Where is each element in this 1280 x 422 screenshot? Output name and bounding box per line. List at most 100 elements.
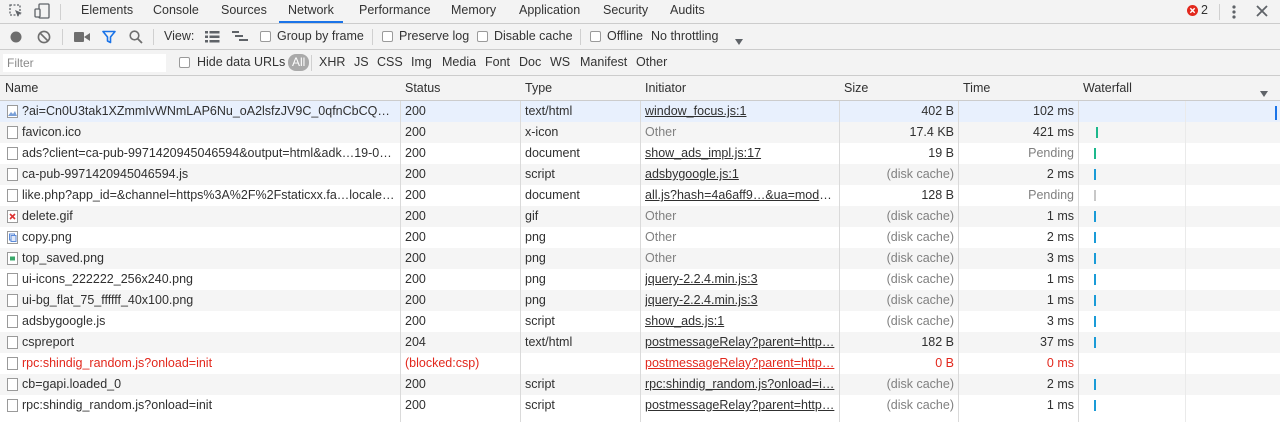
waterfall-bar[interactable] <box>1094 253 1096 264</box>
sort-arrow-icon[interactable] <box>1260 86 1268 97</box>
tab-application[interactable]: Application <box>519 0 580 23</box>
group-by-frame-label[interactable]: Group by frame <box>277 24 364 49</box>
waterfall-bar[interactable] <box>1094 232 1096 243</box>
column-divider[interactable] <box>520 76 521 422</box>
tab-elements[interactable]: Elements <box>81 0 133 23</box>
offline-checkbox[interactable] <box>590 31 601 42</box>
filter-type-ws[interactable]: WS <box>550 50 570 75</box>
dropdown-arrow-icon[interactable] <box>735 34 743 45</box>
disable-cache-label[interactable]: Disable cache <box>494 24 573 49</box>
more-options-icon[interactable] <box>1231 4 1237 20</box>
tab-audits[interactable]: Audits <box>670 0 705 23</box>
request-initiator[interactable]: show_ads_impl.js:17 <box>645 143 835 164</box>
waterfall-bar[interactable] <box>1094 211 1096 222</box>
filter-type-media[interactable]: Media <box>442 50 476 75</box>
filter-type-font[interactable]: Font <box>485 50 510 75</box>
request-name[interactable]: rpc:shindig_random.js?onload=init <box>22 353 397 374</box>
request-initiator[interactable]: show_ads.js:1 <box>645 311 835 332</box>
offline-label[interactable]: Offline <box>607 24 643 49</box>
request-name[interactable]: ca-pub-9971420945046594.js <box>22 164 397 185</box>
request-initiator[interactable]: postmessageRelay?parent=http… <box>645 353 835 374</box>
error-count[interactable]: 2 <box>1201 0 1208 23</box>
search-icon[interactable] <box>129 30 143 44</box>
column-header-waterfall[interactable]: Waterfall <box>1078 76 1268 100</box>
filter-type-all[interactable]: All <box>288 54 310 71</box>
disable-cache-checkbox[interactable] <box>477 31 488 42</box>
device-toolbar-icon[interactable] <box>34 3 50 19</box>
large-rows-icon[interactable] <box>205 31 220 43</box>
filter-type-doc[interactable]: Doc <box>519 50 541 75</box>
clear-icon[interactable] <box>37 30 51 44</box>
waterfall-bar[interactable] <box>1096 127 1098 138</box>
column-header-initiator[interactable]: Initiator <box>640 76 839 100</box>
request-initiator[interactable]: adsbygoogle.js:1 <box>645 164 835 185</box>
waterfall-bar[interactable] <box>1094 337 1096 348</box>
request-time: 3 ms <box>1046 251 1074 265</box>
request-name[interactable]: cb=gapi.loaded_0 <box>22 374 397 395</box>
waterfall-bar[interactable] <box>1094 274 1096 285</box>
column-divider[interactable] <box>640 76 641 422</box>
request-name[interactable]: like.php?app_id=&channel=https%3A%2F%2Fs… <box>22 185 397 206</box>
request-name[interactable]: delete.gif <box>22 206 397 227</box>
waterfall-bar[interactable] <box>1094 379 1096 390</box>
filter-type-other[interactable]: Other <box>636 50 667 75</box>
filter-type-js[interactable]: JS <box>354 50 369 75</box>
video-camera-icon[interactable] <box>74 31 90 43</box>
column-header-size[interactable]: Size <box>839 76 958 100</box>
waterfall-bar[interactable] <box>1094 316 1096 327</box>
filter-type-img[interactable]: Img <box>411 50 432 75</box>
column-divider[interactable] <box>958 76 959 422</box>
request-name[interactable]: cspreport <box>22 332 397 353</box>
request-initiator[interactable]: postmessageRelay?parent=http… <box>645 332 835 353</box>
group-by-frame-checkbox[interactable] <box>260 31 271 42</box>
inspect-element-icon[interactable] <box>9 4 23 18</box>
column-header-name[interactable]: Name <box>0 76 400 100</box>
tab-security[interactable]: Security <box>603 0 648 23</box>
preserve-log-checkbox[interactable] <box>382 31 393 42</box>
tab-console[interactable]: Console <box>153 0 199 23</box>
request-name[interactable]: copy.png <box>22 227 397 248</box>
request-name[interactable]: favicon.ico <box>22 122 397 143</box>
request-name[interactable]: top_saved.png <box>22 248 397 269</box>
throttling-select[interactable]: No throttling <box>651 24 718 49</box>
column-divider[interactable] <box>839 76 840 422</box>
request-initiator[interactable]: jquery-2.2.4.min.js:3 <box>645 290 835 311</box>
filter-type-manifest[interactable]: Manifest <box>580 50 627 75</box>
request-name[interactable]: ads?client=ca-pub-9971420945046594&outpu… <box>22 143 397 164</box>
request-name[interactable]: ?ai=Cn0U3tak1XZmmIvWNmLAP6Nu_oA2lsfzJV9C… <box>22 101 397 122</box>
tab-sources[interactable]: Sources <box>221 0 267 23</box>
request-initiator[interactable]: window_focus.js:1 <box>645 101 835 122</box>
hide-data-urls-checkbox[interactable] <box>179 57 190 68</box>
waterfall-bar[interactable] <box>1094 148 1096 159</box>
request-initiator[interactable]: rpc:shindig_random.js?onload=i… <box>645 374 835 395</box>
error-icon[interactable] <box>1187 5 1198 16</box>
filter-type-css[interactable]: CSS <box>377 50 403 75</box>
request-initiator[interactable]: postmessageRelay?parent=http… <box>645 395 835 416</box>
close-icon[interactable] <box>1256 5 1268 17</box>
request-initiator[interactable]: all.js?hash=4a6aff9…&ua=moder… <box>645 185 835 206</box>
overview-icon[interactable] <box>232 31 248 43</box>
waterfall-bar[interactable] <box>1094 169 1096 180</box>
hide-data-urls-label[interactable]: Hide data URLs <box>197 50 285 75</box>
column-divider[interactable] <box>400 76 401 422</box>
filter-input[interactable] <box>3 54 166 72</box>
waterfall-bar[interactable] <box>1094 190 1096 201</box>
request-name[interactable]: ui-bg_flat_75_ffffff_40x100.png <box>22 290 397 311</box>
preserve-log-label[interactable]: Preserve log <box>399 24 469 49</box>
column-header-type[interactable]: Type <box>520 76 640 100</box>
column-header-time[interactable]: Time <box>958 76 1078 100</box>
tab-performance[interactable]: Performance <box>359 0 431 23</box>
column-header-status[interactable]: Status <box>400 76 520 100</box>
column-divider[interactable] <box>1078 76 1079 422</box>
filter-icon[interactable] <box>102 30 116 44</box>
waterfall-bar[interactable] <box>1094 295 1096 306</box>
tab-memory[interactable]: Memory <box>451 0 496 23</box>
request-initiator[interactable]: jquery-2.2.4.min.js:3 <box>645 269 835 290</box>
request-name[interactable]: rpc:shindig_random.js?onload=init <box>22 395 397 416</box>
filter-type-xhr[interactable]: XHR <box>319 50 345 75</box>
request-name[interactable]: ui-icons_222222_256x240.png <box>22 269 397 290</box>
waterfall-bar[interactable] <box>1094 400 1096 411</box>
request-name[interactable]: adsbygoogle.js <box>22 311 397 332</box>
record-icon[interactable] <box>10 31 22 43</box>
tab-network[interactable]: Network <box>279 0 343 23</box>
